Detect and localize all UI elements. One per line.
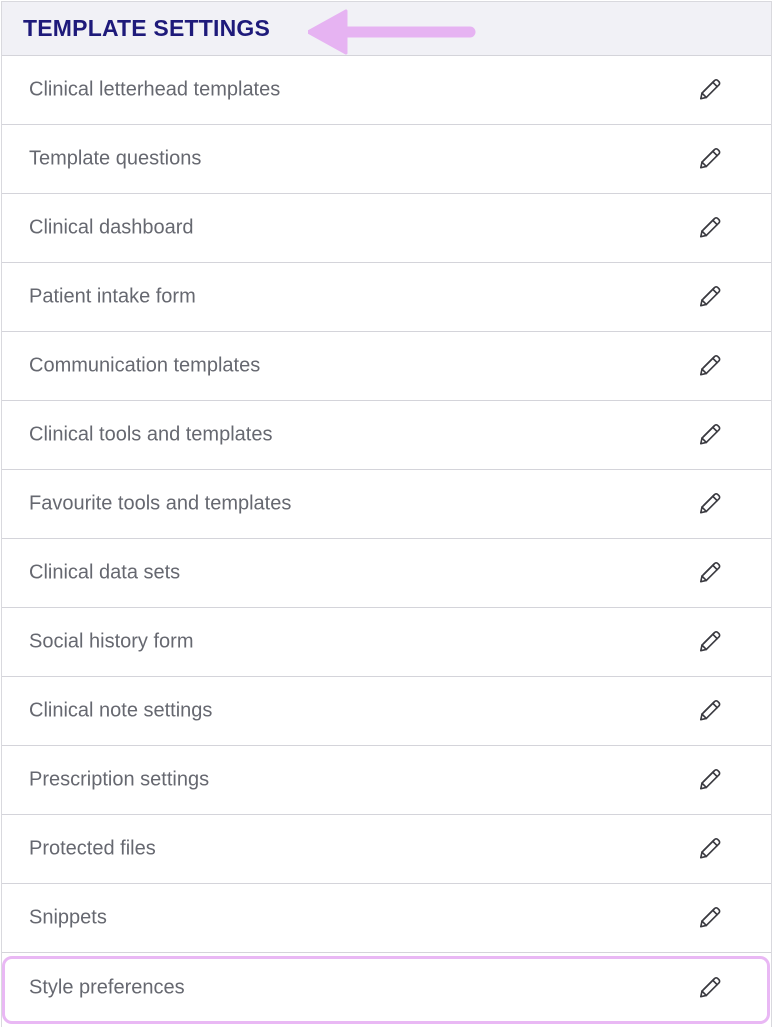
pencil-edit-icon[interactable] [696, 420, 724, 448]
settings-row-favourite-tools-and-templates[interactable]: Favourite tools and templates [2, 470, 771, 539]
pencil-edit-icon[interactable] [696, 213, 724, 241]
settings-row-clinical-note-settings[interactable]: Clinical note settings [2, 677, 771, 746]
settings-row-clinical-data-sets[interactable]: Clinical data sets [2, 539, 771, 608]
settings-row-patient-intake-form[interactable]: Patient intake form [2, 263, 771, 332]
pencil-edit-icon[interactable] [696, 834, 724, 862]
settings-row-clinical-letterhead-templates[interactable]: Clinical letterhead templates [2, 56, 771, 125]
pencil-edit-icon[interactable] [696, 903, 724, 931]
row-label: Snippets [29, 906, 107, 929]
row-label: Clinical note settings [29, 699, 213, 722]
pencil-edit-icon[interactable] [696, 973, 724, 1001]
pencil-edit-icon[interactable] [696, 282, 724, 310]
row-label: Social history form [29, 630, 194, 653]
pencil-edit-icon[interactable] [696, 696, 724, 724]
settings-row-clinical-tools-and-templates[interactable]: Clinical tools and templates [2, 401, 771, 470]
row-label: Clinical data sets [29, 561, 181, 584]
panel-title: TEMPLATE SETTINGS [23, 15, 271, 41]
settings-row-clinical-dashboard[interactable]: Clinical dashboard [2, 194, 771, 263]
settings-row-snippets[interactable]: Snippets [2, 884, 771, 953]
pencil-edit-icon[interactable] [696, 558, 724, 586]
settings-row-template-questions[interactable]: Template questions [2, 125, 771, 194]
template-settings-panel: TEMPLATE SETTINGS Clinical letterhead te… [1, 1, 772, 1027]
pencil-edit-icon[interactable] [696, 75, 724, 103]
pencil-edit-icon[interactable] [696, 351, 724, 379]
row-label: Clinical dashboard [29, 216, 194, 239]
settings-row-protected-files[interactable]: Protected files [2, 815, 771, 884]
row-label: Style preferences [29, 976, 185, 998]
settings-row-social-history-form[interactable]: Social history form [2, 608, 771, 677]
row-label: Prescription settings [29, 768, 210, 791]
row-label: Template questions [29, 147, 202, 170]
row-label: Clinical tools and templates [29, 423, 273, 446]
settings-list: Clinical letterhead templates Template q… [2, 56, 771, 1022]
settings-row-prescription-settings[interactable]: Prescription settings [2, 746, 771, 815]
pencil-edit-icon[interactable] [696, 489, 724, 517]
pointer-arrow-icon [308, 9, 476, 55]
row-label: Clinical letterhead templates [29, 78, 281, 101]
settings-row-style-preferences[interactable]: Style preferences [2, 953, 771, 1022]
row-label: Favourite tools and templates [29, 492, 292, 515]
pencil-edit-icon[interactable] [696, 144, 724, 172]
pencil-edit-icon[interactable] [696, 765, 724, 793]
pencil-edit-icon[interactable] [696, 627, 724, 655]
settings-row-communication-templates[interactable]: Communication templates [2, 332, 771, 401]
row-label: Patient intake form [29, 285, 196, 308]
panel-header: TEMPLATE SETTINGS [2, 2, 771, 56]
row-label: Communication templates [29, 354, 261, 377]
row-label: Protected files [29, 837, 156, 860]
